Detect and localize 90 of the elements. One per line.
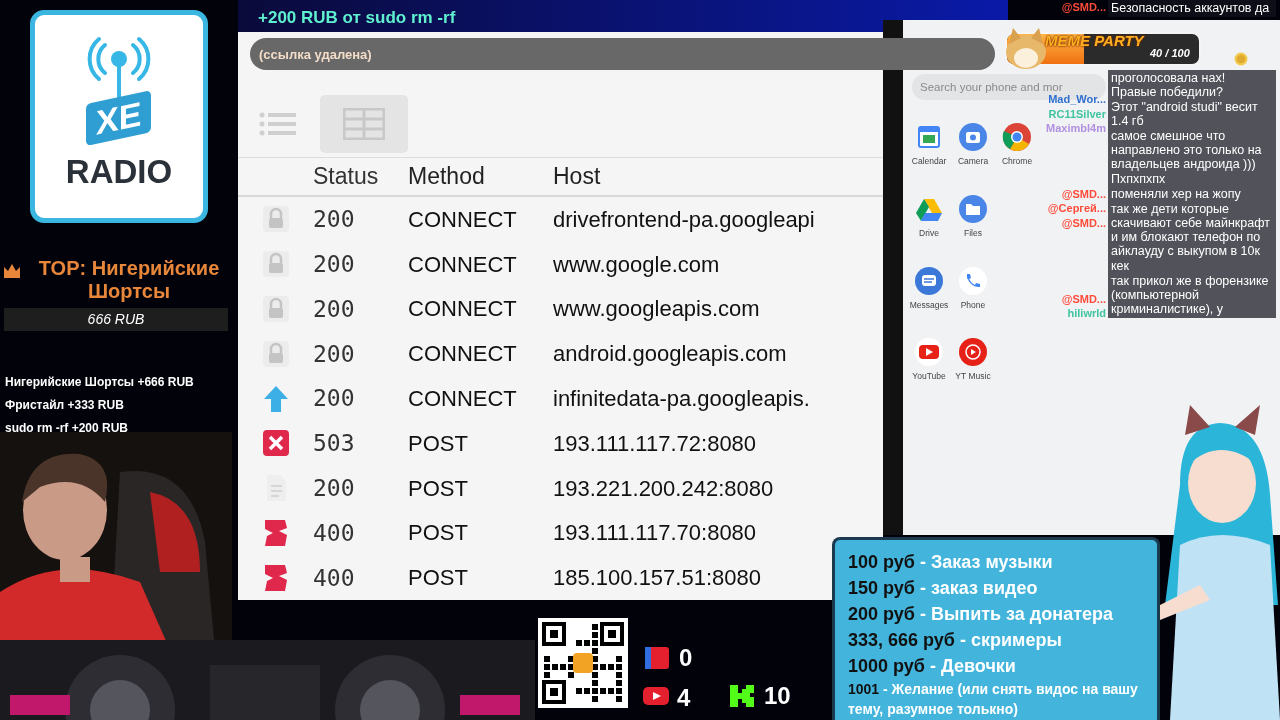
- music-play-icon[interactable]: [958, 337, 988, 368]
- host-cell-text: 185.100.157.51:8080: [553, 564, 761, 593]
- lock-icon: [260, 338, 291, 369]
- status-cell-text: 400: [313, 563, 356, 593]
- method-cell-text: POST: [408, 429, 469, 458]
- status-cell-text: 200: [313, 384, 356, 414]
- price-line: 150 руб - заказ видео: [848, 577, 1039, 600]
- logo-badge: XE: [86, 90, 152, 146]
- logo-text: RADIO: [65, 152, 173, 192]
- lock-icon: [260, 204, 291, 235]
- top-donor-amount: 666 RUB: [4, 308, 228, 331]
- app-label: Calendar: [911, 155, 947, 168]
- phone-icon[interactable]: [958, 265, 988, 296]
- app-label: Messages: [909, 298, 949, 312]
- host-cell-text: 193.221.200.242:8080: [553, 474, 774, 503]
- status-cell-text: 400: [313, 518, 356, 548]
- message-icon[interactable]: [914, 265, 944, 296]
- host-cell-text: drivefrontend-pa.googleapi: [553, 205, 815, 234]
- chat-username: RC11Silver: [1048, 106, 1106, 121]
- method-cell-text: CONNECT: [408, 340, 518, 369]
- list-icon: [259, 110, 297, 137]
- error-icon: [260, 428, 291, 459]
- app-label: Phone: [960, 298, 986, 312]
- method-cell-text: CONNECT: [408, 385, 518, 414]
- chat-username: @SMD...: [1061, 215, 1106, 231]
- chat-username: @SMD...: [1061, 292, 1106, 307]
- folder-icon[interactable]: [958, 193, 988, 224]
- column-header: Status: [313, 162, 380, 192]
- price-line: 100 руб - Заказ музыки: [848, 551, 1054, 574]
- method-cell-text: POST: [408, 564, 469, 593]
- top-donor-title: TOP: Нигерийские Шортсы: [37, 257, 221, 303]
- chat-username: @SMD...: [1061, 187, 1106, 202]
- host-cell-text: android.googleapis.com: [553, 340, 787, 369]
- method-cell-text: CONNECT: [408, 205, 518, 234]
- browser-icon[interactable]: [1002, 122, 1032, 152]
- crown-icon: [3, 263, 21, 279]
- price-line: 1001 - Желание (или снять видос на вашу тему, разумное толькно): [848, 680, 1139, 719]
- app-label: Files: [964, 226, 982, 240]
- host-cell-text: 193.111.117.70:8080: [553, 519, 757, 548]
- price-line: 1000 руб - Девочки: [848, 655, 1017, 678]
- lock-icon: [260, 249, 291, 280]
- donation-entry: Нигерийские Шортсы +666 RUB: [5, 374, 194, 391]
- chat-message: проголосовала нах! Правые победили?: [1111, 71, 1227, 99]
- donation-entry: Фристайл +333 RUB: [5, 397, 125, 414]
- chat-message: Безопасность аккаунтов да: [1111, 1, 1271, 15]
- host-cell-text: 193.111.117.72:8080: [553, 429, 757, 458]
- app-label: Chrome: [1001, 155, 1033, 168]
- status-cell-text: 200: [313, 339, 356, 369]
- chat-message: поменяли хер на жопу: [1111, 187, 1242, 201]
- video-play-icon[interactable]: [914, 337, 944, 368]
- host-cell-text: infinitedata-pa.googleapis.: [553, 385, 810, 414]
- status-cell-text: 200: [313, 205, 356, 235]
- donation-text: +200 RUB от sudo rm -rf: [258, 7, 456, 29]
- chat-message: самое смешное что направлено это только на владельцев андроида ))): [1111, 129, 1263, 171]
- app-label: YouTube: [912, 370, 946, 383]
- chat-username: @SMD...: [1061, 0, 1106, 15]
- method-cell-text: CONNECT: [408, 295, 518, 324]
- price-line: 200 руб - Выпить за донатера: [848, 603, 1114, 626]
- counter-value: 4: [677, 683, 691, 713]
- camera-icon[interactable]: [958, 122, 988, 152]
- status-cell-text: 200: [313, 294, 356, 324]
- status-cell-text: 503: [313, 429, 356, 459]
- host-cell-text: www.googleapis.com: [553, 295, 760, 324]
- counter-value: 10: [764, 681, 791, 711]
- status-cell-text: 200: [313, 249, 356, 279]
- chat-message: кек: [1111, 259, 1131, 273]
- live-icon: [645, 647, 671, 669]
- method-cell-text: POST: [408, 519, 469, 548]
- method-cell-text: POST: [408, 474, 469, 503]
- status-cell-text: 200: [313, 473, 356, 503]
- grid-icon: [343, 107, 385, 140]
- method-cell-text: CONNECT: [408, 250, 518, 279]
- host-cell-text: www.google.com: [553, 250, 720, 279]
- column-header: Host: [553, 162, 601, 192]
- chat-username: Maximbl4m: [1046, 120, 1106, 136]
- price-line: 333, 666 руб - скримеры: [848, 629, 1063, 652]
- chat-username: @Сергей...: [1047, 201, 1106, 216]
- k-icon: [730, 685, 756, 707]
- app-label: Drive: [919, 226, 939, 240]
- chat-username: hiliwrld: [1067, 306, 1106, 321]
- chat-message: Пхпхпхпх: [1111, 172, 1167, 186]
- chat-message: так прикол же в форензике (компьютерной криминалистике), у: [1111, 274, 1270, 316]
- column-header: Method: [408, 162, 486, 192]
- goal-reading: 40 / 100: [1150, 46, 1190, 61]
- donation-entry: sudo rm -rf +200 RUB: [5, 420, 130, 437]
- app-label: YT Music: [955, 370, 991, 383]
- app-label: Camera: [957, 155, 989, 168]
- address-bar[interactable]: (ссылка удалена): [250, 38, 995, 70]
- lock-icon: [260, 294, 291, 324]
- counter-value: 0: [679, 643, 693, 673]
